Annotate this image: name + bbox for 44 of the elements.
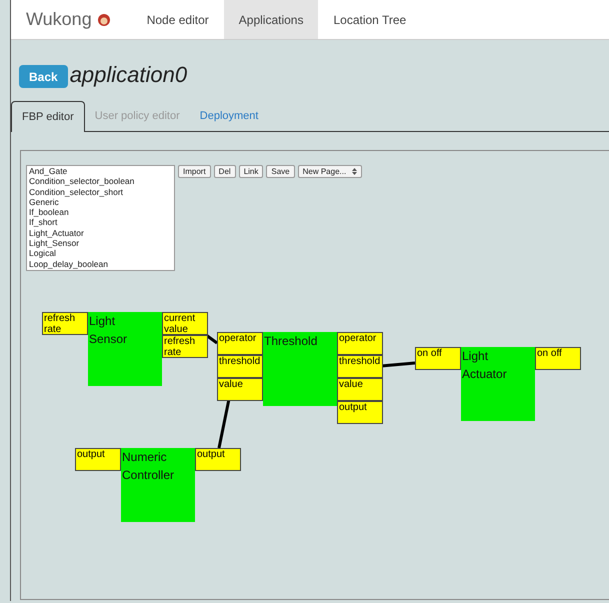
mascot-icon [96,12,112,26]
updown-caret-icon [352,168,358,175]
port[interactable]: operator [217,332,263,355]
node-box[interactable]: Threshold [263,332,337,406]
list-item[interactable]: If_short [29,217,172,228]
page-title: application0 [70,62,188,88]
list-item[interactable]: If_boolean [29,207,172,218]
toolbar-button[interactable]: Save [266,165,295,178]
connection-line [218,398,230,448]
connection-line [205,334,218,344]
list-item[interactable]: And_Gate [29,166,172,176]
toolbar-button[interactable]: Import [178,165,211,178]
port[interactable]: on off [535,347,581,370]
nav-item[interactable]: Node editor [132,0,224,39]
port[interactable]: threshold [217,355,263,378]
port[interactable]: operator [337,332,383,355]
port[interactable]: on off [415,347,461,370]
connection-line [380,362,416,368]
port[interactable]: output [337,401,383,424]
node-box[interactable]: Light Sensor [88,312,162,386]
node-box[interactable]: Light Actuator [461,347,535,421]
port[interactable]: threshold [337,355,383,378]
port[interactable]: value [337,378,383,401]
list-item[interactable]: Condition_selector_short [29,186,172,197]
component-list[interactable]: And_Gate Condition_selector_boolean Condition_selector_short Generic If_boolean If_short Light_Actuator Light_Sensor Logical Loop_delay_boolean [26,165,175,271]
list-item[interactable]: Light_Sensor [29,238,172,248]
toolbar-button[interactable]: Del [214,165,236,178]
list-item[interactable]: Generic [29,196,172,208]
port[interactable]: output [75,448,121,471]
brand-name[interactable]: Wukong [26,6,92,33]
port[interactable]: refresh rate [42,312,88,335]
port[interactable]: output [195,448,241,471]
port[interactable]: refresh rate [162,335,208,358]
list-item[interactable]: Logical [29,248,172,259]
page-select[interactable]: New Page... [298,165,362,178]
list-item[interactable]: Loop_delay_boolean [29,258,172,269]
nav-item[interactable]: Location Tree [318,0,422,39]
list-item[interactable]: Light_Actuator [29,228,172,238]
toolbar-button[interactable]: Link [238,165,264,178]
nav-item[interactable]: Applications [224,0,318,39]
node-box[interactable]: Numeric Controller [121,448,195,522]
list-item[interactable]: Condition_selector_boolean [29,176,172,187]
port[interactable]: value [217,378,263,401]
tab[interactable]: FBP editor [11,101,85,132]
